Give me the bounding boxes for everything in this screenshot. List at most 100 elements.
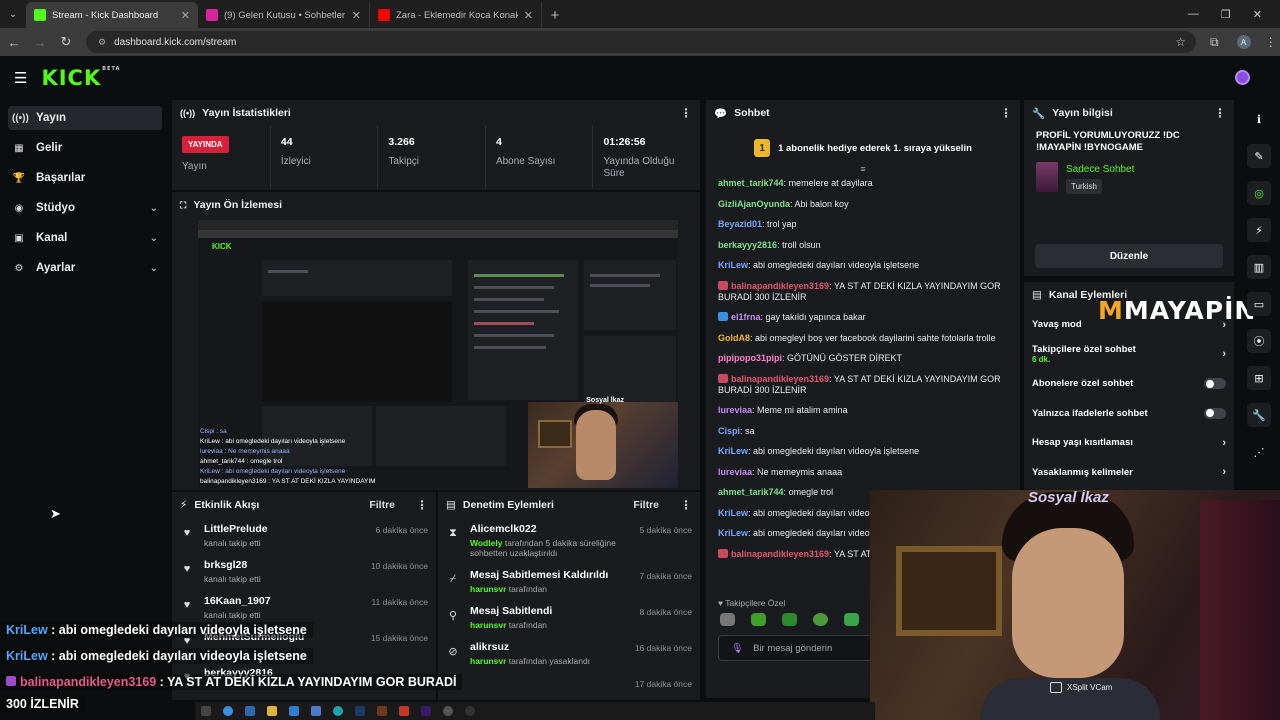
photoshop-icon[interactable] bbox=[355, 706, 365, 716]
panel-menu-icon[interactable]: ⋮ bbox=[1000, 106, 1012, 120]
chat-message[interactable]: Beyazid01: trol yap bbox=[718, 219, 1008, 230]
sidebar-item[interactable]: 🏆 Başarılar bbox=[8, 166, 162, 190]
close-tab-icon[interactable]: ✕ bbox=[524, 9, 533, 22]
chat-username[interactable]: KriLew bbox=[718, 446, 748, 456]
moderation-target[interactable]: Mesaj Sabitlendi bbox=[470, 605, 630, 617]
clipboard-icon[interactable]: ▥ bbox=[1247, 255, 1271, 279]
new-tab-button[interactable]: + bbox=[542, 2, 568, 28]
chat-message[interactable]: ahmet_tarik744: memelere at dayilara bbox=[718, 178, 1008, 189]
wrench-rail-icon[interactable]: 🔧 bbox=[1247, 403, 1271, 427]
browser-tab[interactable]: Zara - Eklemedir Koca Konak - ✕ bbox=[370, 2, 542, 28]
info-icon[interactable]: ℹ bbox=[1247, 107, 1271, 131]
extensions-icon[interactable]: ⧉ bbox=[1210, 35, 1219, 50]
site-info-icon[interactable]: ⚙ bbox=[98, 37, 106, 48]
chat-message[interactable]: GoldA8: abi omegleyi boş ver facebook da… bbox=[718, 333, 1008, 344]
bookmark-star-icon[interactable]: ☆ bbox=[1175, 35, 1186, 49]
edge-icon[interactable] bbox=[333, 706, 343, 716]
toggle-switch[interactable] bbox=[1204, 378, 1226, 390]
sidebar-item[interactable]: ◉ Stüdyo ⌄ bbox=[8, 196, 162, 220]
chat-message[interactable]: balinapandikleyen3169: YA ST AT DEKİ KIZ… bbox=[718, 373, 1008, 396]
chat-bubble-icon[interactable]: ▭ bbox=[1247, 292, 1271, 316]
emote-icon[interactable] bbox=[844, 613, 859, 626]
folder-icon[interactable] bbox=[267, 706, 277, 716]
premiere-icon[interactable] bbox=[421, 706, 431, 716]
chat-message[interactable]: KriLew: abi omegledeki dayıları videoyla… bbox=[718, 446, 1008, 457]
close-tab-icon[interactable]: ✕ bbox=[181, 9, 190, 22]
user-avatar[interactable] bbox=[1235, 70, 1250, 85]
category-name[interactable]: Sadece Sohbet bbox=[1066, 164, 1134, 175]
chat-message[interactable]: balinapandikleyen3169: YA ST AT DEKİ KIZ… bbox=[718, 280, 1008, 303]
chat-username[interactable]: balinapandikleyen3169 bbox=[731, 281, 829, 291]
minimize-icon[interactable]: — bbox=[1188, 8, 1199, 20]
kick-logo[interactable]: KICKBETA bbox=[41, 66, 120, 90]
chat-message[interactable]: berkayyy2816: troll olsun bbox=[718, 240, 1008, 251]
moderator-name[interactable]: harunsvr bbox=[470, 584, 506, 594]
panel-menu-icon[interactable]: ⋮ bbox=[1214, 106, 1226, 120]
moderation-target[interactable]: Mesaj Sabitlemesi Kaldırıldı bbox=[470, 569, 630, 581]
close-window-icon[interactable]: ✕ bbox=[1253, 8, 1262, 21]
restore-icon[interactable]: ❐ bbox=[1221, 8, 1231, 21]
moderator-name[interactable]: harunsvr bbox=[470, 620, 506, 630]
channel-action-row[interactable]: Yasaklanmış kelimeler › bbox=[1024, 458, 1234, 488]
channel-action-row[interactable]: Hesap yaşı kısıtlaması › bbox=[1024, 428, 1234, 458]
chat-message-input[interactable]: 🎙 Bir mesaj gönderin bbox=[718, 635, 878, 661]
toggle-switch[interactable] bbox=[1204, 407, 1226, 419]
emote-icon[interactable] bbox=[813, 613, 828, 626]
chat-username[interactable]: Beyazid01 bbox=[718, 219, 762, 229]
chat-message[interactable]: el1frna: gay takıldı yapınca bakar bbox=[718, 312, 1008, 323]
gift-icon[interactable]: ⊞ bbox=[1247, 366, 1271, 390]
url-bar[interactable]: ⚙ dashboard.kick.com/stream ☆ bbox=[86, 31, 1196, 53]
emote-icon[interactable] bbox=[782, 613, 797, 626]
taskview-icon[interactable] bbox=[201, 706, 211, 716]
chat-message[interactable]: GizliAjanOyunda: Abi balon koy bbox=[718, 199, 1008, 210]
panel-menu-icon[interactable]: ⋮ bbox=[680, 498, 692, 512]
sidebar-item[interactable]: ((•)) Yayın bbox=[8, 106, 162, 130]
filter-button[interactable]: Filtre bbox=[633, 499, 659, 511]
reload-icon[interactable]: ↻ bbox=[54, 34, 78, 50]
chat-username[interactable]: Cispi bbox=[718, 426, 740, 436]
panel-menu-icon[interactable]: ⋮ bbox=[680, 106, 692, 120]
chat-username[interactable]: KriLew bbox=[718, 260, 748, 270]
browser-menu-icon[interactable]: ⋮ bbox=[1265, 35, 1277, 49]
browser-tab[interactable]: Stream - Kick Dashboard ✕ bbox=[26, 2, 198, 28]
channel-action-row[interactable]: Abonelere özel sohbet bbox=[1024, 369, 1234, 399]
channel-action-row[interactable]: Takipçilere özel sohbet 6 dk. › bbox=[1024, 340, 1234, 370]
microphone-icon[interactable]: 🎙 bbox=[731, 643, 743, 654]
chat-username[interactable]: balinapandikleyen3169 bbox=[731, 549, 829, 559]
hamburger-menu-icon[interactable]: ☰ bbox=[14, 69, 27, 87]
sidebar-item[interactable]: ⚙ Ayarlar ⌄ bbox=[8, 256, 162, 280]
chat-username[interactable]: balinapandikleyen3169 bbox=[731, 374, 829, 384]
chat-username[interactable]: pipipopo31pipi bbox=[718, 353, 782, 363]
chrome-icon[interactable] bbox=[223, 706, 233, 716]
emote-icon[interactable] bbox=[720, 613, 735, 626]
collapse-pinned-icon[interactable]: ≡ bbox=[706, 164, 1020, 174]
channel-action-row[interactable]: Yalnızca ifadelerle sohbet bbox=[1024, 399, 1234, 429]
edit-button[interactable]: Düzenle bbox=[1035, 244, 1223, 268]
chat-message[interactable]: pipipopo31pipi: GÖTÜNÜ GÖSTER DİREKT bbox=[718, 353, 1008, 364]
emote-icon[interactable] bbox=[751, 613, 766, 626]
camera-icon[interactable]: ◎ bbox=[1247, 181, 1271, 205]
browser-tab[interactable]: (9) Gelen Kutusu • Sohbetler ✕ bbox=[198, 2, 370, 28]
chat-message[interactable]: KriLew: abi omegledeki dayıları videoyla… bbox=[718, 260, 1008, 271]
app-icon[interactable] bbox=[311, 706, 321, 716]
chat-message[interactable]: lureviaa: Ne memeymis anaaa bbox=[718, 467, 1008, 478]
lightning-icon[interactable]: ⚡ bbox=[1247, 218, 1271, 242]
filter-button[interactable]: Filtre bbox=[369, 499, 395, 511]
broadcast-icon[interactable]: ⦿ bbox=[1247, 329, 1271, 353]
stream-preview-video[interactable]: KICK Sosyal İkaz Cispi : sa KriLew : abi … bbox=[198, 220, 678, 488]
chat-username[interactable]: ahmet_tarik744 bbox=[718, 178, 784, 188]
profile-avatar[interactable]: A bbox=[1236, 35, 1251, 49]
chrome-icon[interactable] bbox=[443, 706, 453, 716]
obs-icon[interactable] bbox=[465, 706, 475, 716]
chat-username[interactable]: GoldA8 bbox=[718, 333, 750, 343]
moderator-name[interactable]: harunsvr bbox=[470, 656, 506, 666]
chat-username[interactable]: KriLew bbox=[718, 528, 748, 538]
activity-username[interactable]: 16Kaan_1907 bbox=[204, 595, 361, 607]
pencil-icon[interactable]: ✎ bbox=[1247, 144, 1271, 168]
sidebar-item[interactable]: ▣ Kanal ⌄ bbox=[8, 226, 162, 250]
app-icon[interactable] bbox=[245, 706, 255, 716]
app-icon[interactable] bbox=[399, 706, 409, 716]
activity-username[interactable]: LittlePrelude bbox=[204, 523, 366, 535]
close-tab-icon[interactable]: ✕ bbox=[352, 9, 361, 22]
forward-icon[interactable]: → bbox=[28, 35, 52, 50]
